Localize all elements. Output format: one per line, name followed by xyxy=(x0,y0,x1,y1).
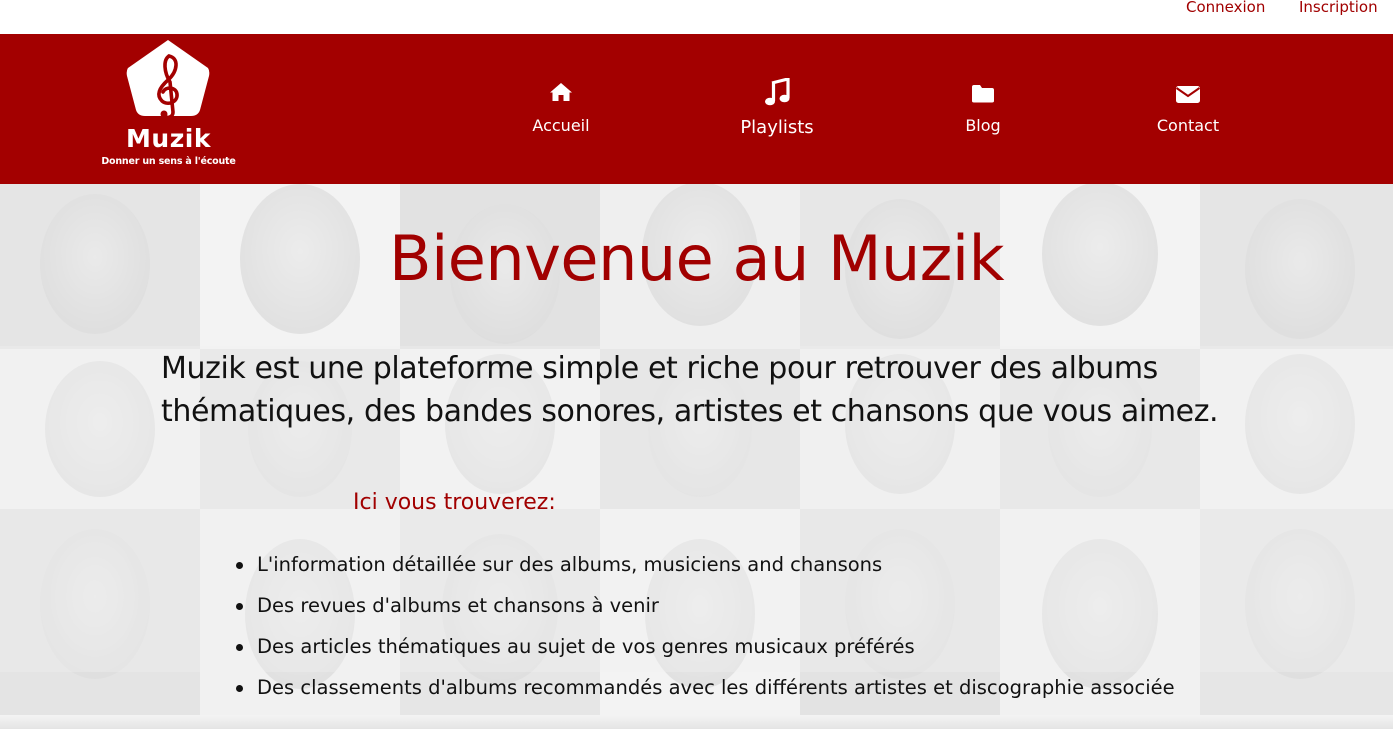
features-heading: Ici vous trouverez: xyxy=(353,490,556,515)
nav-item-playlists[interactable]: Playlists xyxy=(727,34,827,184)
list-item: L'information détaillée sur des albums, … xyxy=(236,550,1175,591)
hero-section: Bienvenue au Muzik Muzik est une platefo… xyxy=(0,184,1393,729)
main-header: Muzik Donner un sens à l'écoute Accueil … xyxy=(0,34,1393,184)
nav-item-accueil[interactable]: Accueil xyxy=(511,34,611,184)
signup-link[interactable]: Inscription xyxy=(1299,0,1378,16)
logo-name: Muzik xyxy=(126,124,211,153)
home-icon xyxy=(550,83,572,101)
list-item: Des revues d'albums et chansons à venir xyxy=(236,591,1175,632)
section-divider xyxy=(0,715,1393,729)
list-item: Des classements d'albums recommandés ave… xyxy=(236,673,1175,714)
envelope-icon xyxy=(1175,86,1201,103)
page-title: Bienvenue au Muzik xyxy=(389,222,1004,295)
nav-item-blog[interactable]: Blog xyxy=(933,34,1033,184)
folder-icon xyxy=(972,85,994,103)
login-link[interactable]: Connexion xyxy=(1186,0,1265,16)
nav-label: Playlists xyxy=(740,117,814,138)
nav-label: Accueil xyxy=(532,116,590,135)
top-utility-bar: Connexion Inscription xyxy=(0,0,1393,34)
nav-label: Contact xyxy=(1156,116,1220,135)
site-logo[interactable]: Muzik Donner un sens à l'écoute xyxy=(96,38,241,170)
logo-tagline: Donner un sens à l'écoute xyxy=(101,156,236,167)
intro-paragraph: Muzik est une plateforme simple et riche… xyxy=(161,351,1219,429)
treble-clef-icon xyxy=(126,40,210,120)
nav-label: Blog xyxy=(965,116,1001,135)
list-item: Des articles thématiques au sujet de vos… xyxy=(236,632,1175,673)
music-note-icon xyxy=(765,78,790,106)
nav-item-contact[interactable]: Contact xyxy=(1138,34,1238,184)
features-list: L'information détaillée sur des albums, … xyxy=(236,550,1175,714)
